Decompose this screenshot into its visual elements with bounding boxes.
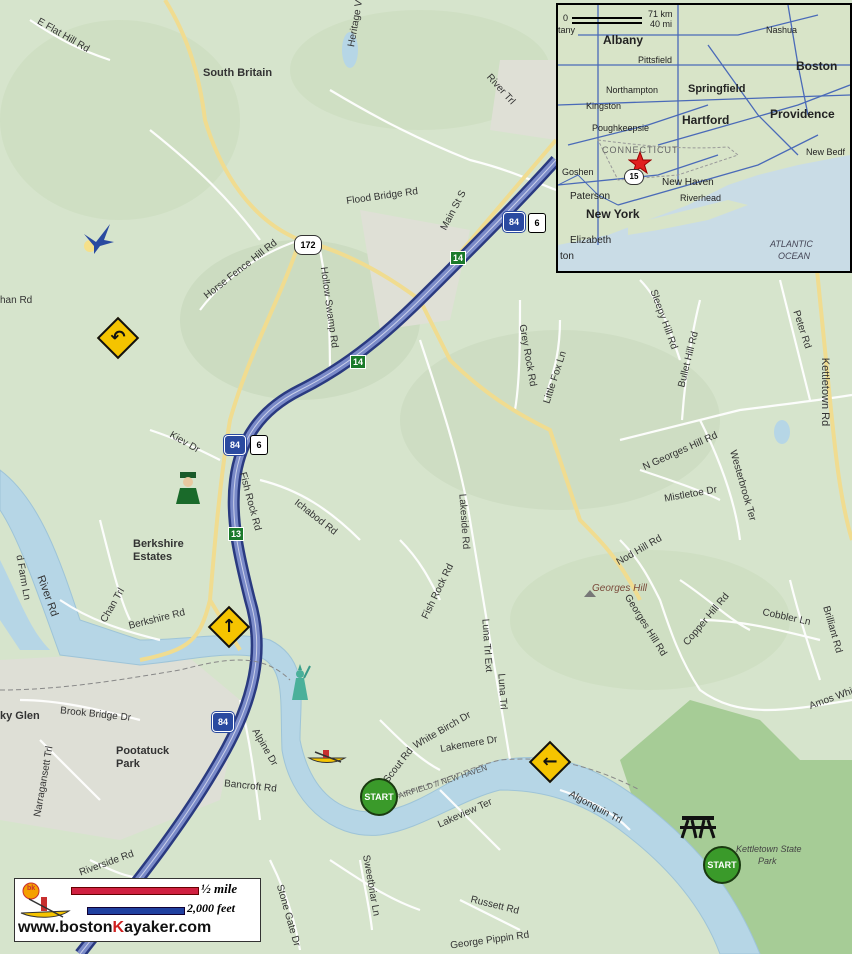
inset-providence: Providence [770, 107, 835, 121]
i84-shield-bot: 84 [212, 712, 234, 732]
inset-ocean: OCEAN [778, 251, 811, 261]
inset-kingston: Kingston [586, 101, 622, 111]
road-kettletown: Kettletown Rd [819, 357, 832, 427]
logo-text: bk [27, 885, 36, 892]
exit-14-top: 14 [450, 251, 467, 265]
straight-arrow-sign-icon[interactable]: ↑ [207, 605, 251, 649]
town-pootatuck-2: Park [116, 758, 140, 770]
inset-goshen: Goshen [562, 167, 594, 177]
exit-14-mid: 14 [350, 355, 367, 369]
inset-elizabeth: Elizabeth [570, 235, 612, 246]
inset-boston: Boston [796, 59, 838, 73]
start-marker-2[interactable]: START [703, 846, 741, 884]
inset-riverhead: Riverhead [680, 193, 722, 203]
town-berkshire-estates-2: Estates [133, 551, 173, 563]
i84-shield-mid: 84 [224, 435, 246, 455]
inset-nashua: Nashua [766, 25, 798, 35]
kayak-icon[interactable] [307, 746, 347, 766]
inset-hartford: Hartford [682, 113, 730, 127]
road-han-rd: han Rd [0, 295, 33, 306]
overview-inset-map[interactable]: 0 71 km 40 mi tany Albany Nashua Pittsfi… [556, 3, 852, 273]
inset-springfield: Springfield [688, 83, 746, 95]
place-kettletown-park-2: Park [758, 856, 777, 866]
inset-northampton: Northampton [606, 85, 659, 95]
exit-13: 13 [228, 527, 245, 541]
us6-shield-top: 6 [528, 213, 546, 233]
inset-paterson: Paterson [570, 191, 611, 202]
place-kettletown-park-1: Kettletown State [736, 844, 802, 854]
half-mile-label: ½ mile [201, 881, 238, 896]
town-pootatuck-1: Pootatuck [116, 745, 170, 757]
uturn-sign-icon[interactable]: ↶ [96, 316, 140, 360]
inset-poughkeepsie: Poughkeepsie [592, 123, 650, 133]
statue-of-liberty-icon[interactable] [284, 662, 316, 702]
inset-new-bedford: New Bedf [806, 147, 846, 157]
inset-pittsfield: Pittsfield [638, 55, 673, 65]
inset-scale-zero: 0 [563, 13, 569, 23]
i84-shield-top: 84 [503, 212, 525, 232]
scale-and-logo-box: bk ½ mile 2,000 feet www.bostonKayaker.c… [14, 878, 261, 942]
inset-albany: Albany [603, 33, 644, 47]
website-url-pre: www.boston [18, 919, 113, 936]
inset-atlantic: ATLANTIC [770, 239, 813, 249]
feet-label: 2,000 feet [187, 901, 235, 915]
town-sky-glen: ky Glen [0, 710, 40, 722]
inset-new-haven: New Haven [662, 177, 714, 188]
ct172-shield: 172 [294, 235, 322, 255]
half-mile-bar [71, 887, 199, 895]
feet-bar [87, 907, 185, 915]
inset-top-label: tany [558, 25, 576, 35]
inset-route15-shield: 15 [624, 169, 644, 185]
inset-new-york: New York [586, 207, 640, 221]
inset-connecticut: CONNECTICUT [602, 145, 679, 155]
website-url[interactable]: www.bostonKayaker.com [18, 919, 211, 937]
bird-icon[interactable] [80, 220, 116, 256]
start-marker-1[interactable]: START [360, 778, 398, 816]
picnic-table-icon[interactable] [680, 812, 716, 840]
website-url-post: ayaker.com [124, 919, 212, 936]
place-georges-hill: Georges Hill [592, 583, 648, 594]
us6-shield-mid: 6 [250, 435, 268, 455]
website-url-k: K [112, 919, 125, 936]
inset-scale-mi: 40 mi [650, 19, 673, 29]
inset-ton: ton [560, 251, 574, 262]
inset-scale-km: 71 km [648, 9, 673, 19]
soldier-icon[interactable] [170, 470, 206, 506]
left-arrow-sign-icon[interactable]: ← [528, 740, 572, 784]
town-berkshire-estates-1: Berkshire [133, 538, 184, 550]
town-south-britain: South Britain [203, 67, 273, 79]
